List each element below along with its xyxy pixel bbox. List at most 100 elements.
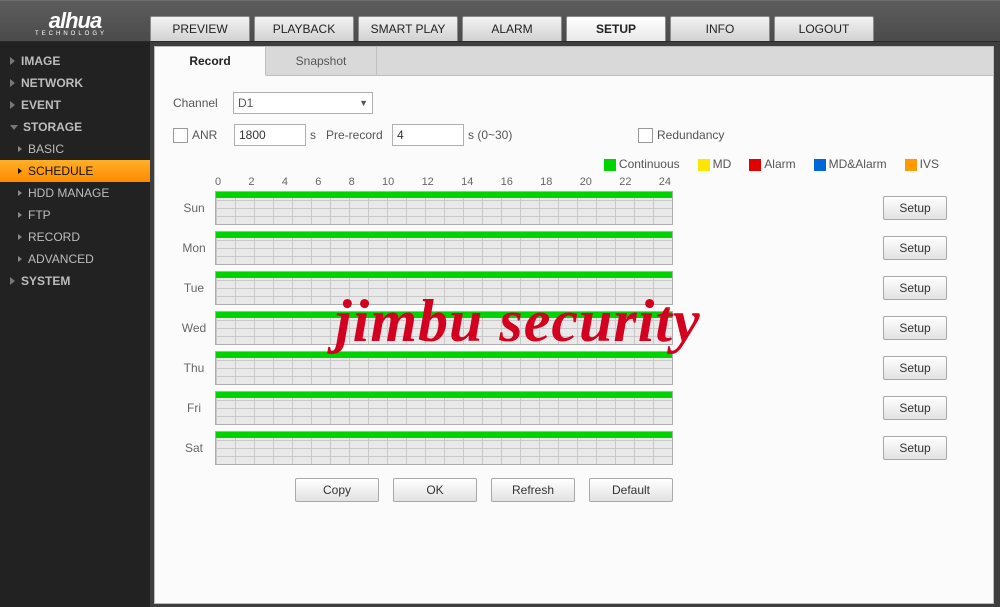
- bottom-buttons: Copy OK Refresh Default: [295, 478, 975, 502]
- inner-tab-snapshot[interactable]: Snapshot: [266, 47, 377, 75]
- legend-item-mdalarm: MD&Alarm: [814, 157, 887, 171]
- legend-item-continuous: Continuous: [604, 157, 680, 171]
- chevron-down-icon: ▼: [359, 98, 368, 108]
- top-tab-logout[interactable]: LOGOUT: [774, 16, 874, 41]
- setup-button-mon[interactable]: Setup: [883, 236, 947, 260]
- channel-value: D1: [238, 96, 253, 110]
- continuous-bar: [216, 352, 672, 358]
- legend-item-md: MD: [698, 157, 732, 171]
- ok-button[interactable]: OK: [393, 478, 477, 502]
- redundancy-checkbox[interactable]: [638, 128, 653, 143]
- legend-item-ivs: IVS: [905, 157, 939, 171]
- content: Channel D1 ▼ ANR s Pre-record: [155, 76, 993, 508]
- panel: RecordSnapshot Channel D1 ▼ ANR: [154, 46, 994, 604]
- sidebar: IMAGENETWORKEVENTSTORAGEBASICSCHEDULEHDD…: [0, 42, 150, 607]
- default-button[interactable]: Default: [589, 478, 673, 502]
- setup-button-wed[interactable]: Setup: [883, 316, 947, 340]
- anr-checkbox[interactable]: [173, 128, 188, 143]
- sidebar-item-record[interactable]: RECORD: [0, 226, 150, 248]
- channel-select[interactable]: D1 ▼: [233, 92, 373, 114]
- top-tab-playback[interactable]: PLAYBACK: [254, 16, 354, 41]
- day-label: Sun: [173, 201, 215, 215]
- schedule-row-sat: Sat Setup: [173, 428, 975, 468]
- day-label: Mon: [173, 241, 215, 255]
- sidebar-cat-event[interactable]: EVENT: [0, 94, 150, 116]
- triangle-icon: [10, 79, 15, 87]
- legend-swatch: [749, 159, 761, 171]
- top-tab-preview[interactable]: PREVIEW: [150, 16, 250, 41]
- day-grid[interactable]: [215, 391, 673, 425]
- continuous-bar: [216, 432, 672, 438]
- hour-tick: 20: [580, 176, 592, 188]
- day-label: Fri: [173, 401, 215, 415]
- legend-item-alarm: Alarm: [749, 157, 795, 171]
- hour-tick: 18: [540, 176, 552, 188]
- continuous-bar: [216, 232, 672, 238]
- setup-button-thu[interactable]: Setup: [883, 356, 947, 380]
- redundancy-label: Redundancy: [657, 128, 724, 142]
- day-grid[interactable]: [215, 231, 673, 265]
- top-tab-smart-play[interactable]: SMART PLAY: [358, 16, 458, 41]
- copy-button[interactable]: Copy: [295, 478, 379, 502]
- top-tab-setup[interactable]: SETUP: [566, 16, 666, 41]
- prerecord-input[interactable]: [392, 124, 464, 146]
- legend: Continuous MD Alarm MD&Alarm IVS: [173, 154, 975, 174]
- setup-button-sun[interactable]: Setup: [883, 196, 947, 220]
- inner-tabs: RecordSnapshot: [155, 47, 993, 76]
- day-grid[interactable]: [215, 351, 673, 385]
- hour-tick: 2: [248, 176, 254, 188]
- day-grid[interactable]: [215, 271, 673, 305]
- anr-label: ANR: [192, 128, 234, 142]
- inner-tab-record[interactable]: Record: [155, 47, 266, 76]
- hour-axis: 024681012141618202224: [215, 176, 671, 188]
- hour-tick: 4: [282, 176, 288, 188]
- sidebar-item-hdd-manage[interactable]: HDD MANAGE: [0, 182, 150, 204]
- prerecord-range: s (0~30): [464, 128, 538, 142]
- day-label: Sat: [173, 441, 215, 455]
- triangle-icon: [10, 125, 18, 130]
- schedule-row-sun: Sun Setup: [173, 188, 975, 228]
- schedule-chart: 024681012141618202224 SunSetupMonSetupTu…: [173, 176, 975, 468]
- sidebar-cat-storage[interactable]: STORAGE: [0, 116, 150, 138]
- sidebar-item-advanced[interactable]: ADVANCED: [0, 248, 150, 270]
- continuous-bar: [216, 192, 672, 198]
- legend-swatch: [814, 159, 826, 171]
- hour-tick: 12: [422, 176, 434, 188]
- day-grid[interactable]: [215, 431, 673, 465]
- schedule-row-tue: TueSetup: [173, 268, 975, 308]
- sidebar-item-schedule[interactable]: SCHEDULE: [0, 160, 150, 182]
- triangle-icon: [10, 57, 15, 65]
- hour-tick: 10: [382, 176, 394, 188]
- anr-seconds-input[interactable]: [234, 124, 306, 146]
- refresh-button[interactable]: Refresh: [491, 478, 575, 502]
- top-header: alhua TECHNOLOGY PREVIEWPLAYBACKSMART PL…: [0, 0, 1000, 42]
- setup-button-sat[interactable]: Setup: [883, 436, 947, 460]
- setup-button-tue[interactable]: Setup: [883, 276, 947, 300]
- triangle-icon: [10, 101, 15, 109]
- brand-sub: TECHNOLOGY: [35, 31, 107, 37]
- sidebar-cat-image[interactable]: IMAGE: [0, 50, 150, 72]
- setup-button-fri[interactable]: Setup: [883, 396, 947, 420]
- day-grid[interactable]: [215, 311, 673, 345]
- sidebar-cat-system[interactable]: SYSTEM: [0, 270, 150, 292]
- top-tab-alarm[interactable]: ALARM: [462, 16, 562, 41]
- hour-tick: 0: [215, 176, 221, 188]
- day-label: Wed: [173, 321, 215, 335]
- triangle-icon: [10, 277, 15, 285]
- hour-tick: 8: [349, 176, 355, 188]
- top-tabs: PREVIEWPLAYBACKSMART PLAYALARMSETUPINFOL…: [150, 1, 874, 41]
- top-tab-info[interactable]: INFO: [670, 16, 770, 41]
- sidebar-item-basic[interactable]: BASIC: [0, 138, 150, 160]
- hour-tick: 14: [461, 176, 473, 188]
- sidebar-item-ftp[interactable]: FTP: [0, 204, 150, 226]
- anr-unit: s: [306, 128, 326, 142]
- main-area: RecordSnapshot Channel D1 ▼ ANR: [150, 42, 1000, 607]
- continuous-bar: [216, 392, 672, 398]
- legend-swatch: [698, 159, 710, 171]
- continuous-bar: [216, 312, 672, 318]
- sidebar-cat-network[interactable]: NETWORK: [0, 72, 150, 94]
- hour-tick: 24: [659, 176, 671, 188]
- hour-tick: 16: [501, 176, 513, 188]
- continuous-bar: [216, 272, 672, 278]
- day-grid[interactable]: [215, 191, 673, 225]
